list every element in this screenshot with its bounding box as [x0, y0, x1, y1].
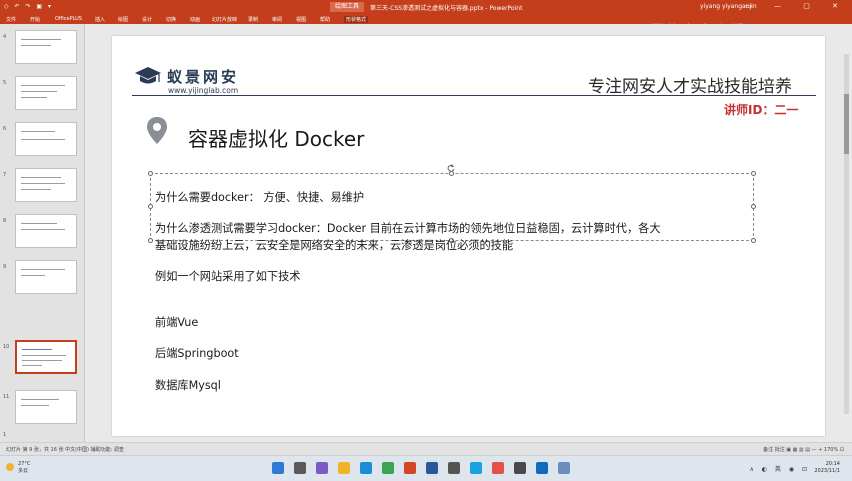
document-title: 第三天-CSS渗透测试之虚拟化与容器.pptx - PowerPoint: [370, 5, 523, 12]
tab-review[interactable]: 审阅: [272, 16, 282, 23]
tab-draw[interactable]: 绘图: [118, 16, 128, 23]
tab-view[interactable]: 视图: [296, 16, 306, 23]
body-text-line[interactable]: 例如一个网站采用了如下技术: [155, 268, 300, 284]
slide-canvas[interactable]: 蚁景网安 www.yijinglab.com 专注网安人才实战技能培养 讲师ID…: [112, 36, 825, 436]
quick-access-toolbar[interactable]: ◇ ↶ ↷ ▣ ▾: [4, 3, 53, 10]
slide-thumbnail[interactable]: [15, 30, 77, 64]
clock[interactable]: 20:14 2023/11/1: [814, 461, 840, 475]
resize-handle[interactable]: [148, 238, 153, 243]
sun-icon: [6, 463, 14, 471]
tab-animations[interactable]: 动画: [190, 16, 200, 23]
word-icon[interactable]: [426, 462, 438, 474]
tab-shape-format[interactable]: 形状格式: [344, 16, 369, 23]
scrollbar-thumb[interactable]: [844, 94, 849, 154]
thumb-number: 1: [3, 432, 7, 438]
slogan: 专注网安人才实战技能培养: [588, 77, 792, 97]
brand-name: 蚁景网安: [167, 68, 240, 86]
tab-insert[interactable]: 插入: [95, 16, 105, 23]
slide-thumbnail[interactable]: [15, 122, 77, 156]
status-view-controls[interactable]: 备注 批注 ▣ ▦ ▥ ▤ — + 170% ⊡: [763, 446, 844, 453]
thumb-number: 7: [3, 172, 7, 178]
thumb-number: 8: [3, 218, 7, 224]
clock-time: 20:14: [825, 461, 840, 467]
wechat-icon[interactable]: [382, 462, 394, 474]
resize-handle[interactable]: [751, 238, 756, 243]
app-icon[interactable]: [470, 462, 482, 474]
app-icon[interactable]: [536, 462, 548, 474]
title-bar: ◇ ↶ ↷ ▣ ▾ 绘图工具 第三天-CSS渗透测试之虚拟化与容器.pptx -…: [0, 0, 852, 14]
search-icon[interactable]: [294, 462, 306, 474]
map-pin-icon: [147, 117, 167, 144]
resize-handle[interactable]: [148, 204, 153, 209]
app-icon[interactable]: [514, 462, 526, 474]
brand-url: www.yijinglab.com: [168, 86, 239, 95]
thumb-number: 6: [3, 126, 7, 132]
system-tray[interactable]: ∧ ◐ 英 ◉ ⊡: [749, 464, 810, 473]
resize-handle[interactable]: [148, 171, 153, 176]
start-menu-icon[interactable]: [272, 462, 284, 474]
slide-thumbnail[interactable]: [15, 76, 77, 110]
body-text-line[interactable]: 为什么需要docker： 方便、快捷、易维护: [155, 189, 364, 205]
graduation-cap-logo-icon: [135, 67, 161, 84]
thumb-number: 5: [3, 80, 7, 86]
slide-editing-area[interactable]: 蚁景网安 www.yijinglab.com 专注网安人才实战技能培养 讲师ID…: [85, 24, 852, 442]
header-divider: [132, 95, 816, 96]
vertical-scrollbar[interactable]: [844, 54, 849, 414]
task-view-icon[interactable]: [316, 462, 328, 474]
resize-handle[interactable]: [751, 204, 756, 209]
body-text-line[interactable]: 前端Vue: [155, 314, 198, 330]
slide-thumbnail-panel[interactable]: 4 5 6 7 8 9 10 11 1: [0, 24, 85, 442]
weather-desc: 多云: [18, 468, 29, 474]
weather-temp: 27°C: [18, 461, 31, 467]
rotate-handle-icon[interactable]: [447, 164, 455, 172]
windows-taskbar: 27°C 多云 ∧ ◐ 英 ◉ ⊡ 20:14 2023/11/1: [0, 455, 852, 481]
clock-date: 2023/11/1: [814, 468, 840, 474]
tab-transitions[interactable]: 切换: [166, 16, 176, 23]
window-controls[interactable]: ▭ — ▢ ✕: [745, 2, 848, 10]
slide-title[interactable]: 容器虚拟化 Docker: [188, 123, 364, 152]
body-text-line[interactable]: 数据库Mysql: [155, 377, 221, 393]
terminal-icon[interactable]: [448, 462, 460, 474]
edge-browser-icon[interactable]: [360, 462, 372, 474]
slide-thumbnail[interactable]: [15, 214, 77, 248]
powerpoint-icon[interactable]: [404, 462, 416, 474]
tab-record[interactable]: 录制: [248, 16, 258, 23]
instructor-id: 讲师ID：二一: [724, 103, 799, 117]
slide-thumbnail[interactable]: [15, 390, 77, 424]
slide-thumbnail-current[interactable]: [15, 340, 77, 374]
contextual-tab-drawing-tools: 绘图工具: [330, 2, 365, 12]
app-icon[interactable]: [492, 462, 504, 474]
tab-design[interactable]: 设计: [142, 16, 152, 23]
file-explorer-icon[interactable]: [338, 462, 350, 474]
body-text-line[interactable]: 基础设施纷纷上云，云安全是网络安全的未来，云渗透是岗位必须的技能: [155, 237, 513, 253]
tab-help[interactable]: 帮助: [320, 16, 330, 23]
tab-home[interactable]: 开始: [30, 16, 40, 23]
thumb-number: 4: [3, 34, 7, 40]
tab-file[interactable]: 文件: [6, 16, 16, 23]
tab-officeplus[interactable]: OfficePLUS: [55, 16, 82, 22]
thumb-number: 9: [3, 264, 7, 270]
slide-thumbnail[interactable]: [15, 168, 77, 202]
app-icon[interactable]: [558, 462, 570, 474]
status-bar: 幻灯片 第 9 张，共 16 张 中文(中国) 辅助功能: 调查 备注 批注 ▣…: [0, 442, 852, 455]
slide-thumbnail[interactable]: [15, 260, 77, 294]
body-text-line[interactable]: 后端Springboot: [155, 345, 239, 361]
body-text-line[interactable]: 为什么渗透测试需要学习docker：Docker 目前在云计算市场的领先地位日益…: [155, 220, 661, 236]
tab-slideshow[interactable]: 幻灯片放映: [212, 16, 237, 23]
thumb-number: 11: [3, 394, 10, 400]
resize-handle[interactable]: [751, 171, 756, 176]
status-slide-info: 幻灯片 第 9 张，共 16 张 中文(中国) 辅助功能: 调查: [6, 447, 124, 453]
thumb-number: 10: [3, 344, 10, 350]
